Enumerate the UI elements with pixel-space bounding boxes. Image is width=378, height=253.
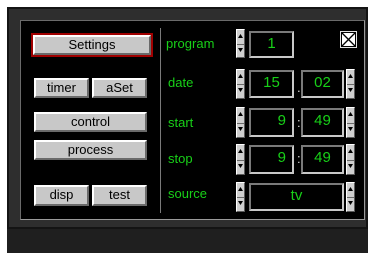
program-spinner[interactable] [236, 29, 245, 58]
stop-minute-field[interactable]: 49 [301, 145, 344, 174]
spin-up-button[interactable] [237, 70, 244, 84]
spin-up-button[interactable] [237, 145, 244, 160]
control-button[interactable]: control [34, 112, 147, 132]
program-field[interactable]: 1 [249, 31, 294, 58]
spin-down-button[interactable] [347, 159, 354, 175]
test-button[interactable]: test [92, 185, 147, 206]
triangle-up-icon [348, 149, 353, 153]
spin-up-button[interactable] [237, 108, 244, 123]
spin-up-button[interactable] [347, 183, 354, 197]
triangle-down-icon [348, 201, 353, 205]
source-label: source [168, 186, 208, 201]
start-label: start [168, 115, 194, 130]
disp-button[interactable]: disp [34, 185, 89, 206]
stop-minute-spinner[interactable] [346, 144, 355, 175]
bottom-bar [7, 229, 368, 253]
spin-down-button[interactable] [347, 197, 354, 211]
spin-down-button[interactable] [237, 197, 244, 211]
program-label: program [166, 36, 215, 51]
triangle-up-icon [348, 74, 353, 78]
triangle-up-icon [238, 34, 243, 38]
source-prev-spinner[interactable] [236, 182, 245, 212]
triangle-down-icon [238, 163, 243, 168]
panel-divider [160, 28, 161, 213]
spin-down-button[interactable] [237, 159, 244, 175]
stop-hour-spinner[interactable] [236, 144, 245, 175]
triangle-up-icon [348, 112, 353, 116]
start-minute-field[interactable]: 49 [301, 108, 344, 137]
start-hour-spinner[interactable] [236, 107, 245, 138]
triangle-up-icon [348, 187, 353, 191]
stop-hour-field[interactable]: 9 [249, 145, 294, 174]
spin-up-button[interactable] [237, 30, 244, 44]
stop-label: stop [168, 151, 193, 166]
start-hour-field[interactable]: 9 [249, 108, 294, 137]
date-day-spinner[interactable] [236, 69, 245, 99]
triangle-down-icon [348, 163, 353, 168]
process-button[interactable]: process [34, 140, 147, 160]
timer-button[interactable]: timer [34, 78, 89, 98]
source-field[interactable]: tv [249, 183, 344, 211]
date-day-field[interactable]: 15 [249, 70, 294, 98]
close-x-icon [341, 32, 356, 47]
spin-down-button[interactable] [347, 122, 354, 138]
spin-up-button[interactable] [347, 145, 354, 160]
date-month-spinner[interactable] [346, 69, 355, 99]
triangle-up-icon [238, 187, 243, 191]
start-minute-spinner[interactable] [346, 107, 355, 138]
triangle-down-icon [238, 126, 243, 131]
triangle-down-icon [348, 126, 353, 131]
spin-up-button[interactable] [237, 183, 244, 197]
close-button[interactable] [340, 31, 357, 48]
date-month-field[interactable]: 02 [301, 70, 344, 98]
spin-up-button[interactable] [347, 70, 354, 84]
triangle-down-icon [238, 47, 243, 52]
triangle-up-icon [238, 149, 243, 153]
spin-down-button[interactable] [237, 43, 244, 58]
triangle-down-icon [238, 201, 243, 205]
date-label: date [168, 75, 194, 90]
triangle-down-icon [238, 88, 243, 92]
triangle-down-icon [348, 88, 353, 92]
triangle-up-icon [238, 74, 243, 78]
source-next-spinner[interactable] [346, 182, 355, 212]
spin-down-button[interactable] [237, 122, 244, 138]
spin-down-button[interactable] [347, 84, 354, 98]
triangle-up-icon [238, 112, 243, 116]
spin-down-button[interactable] [237, 84, 244, 98]
spin-up-button[interactable] [347, 108, 354, 123]
aset-button[interactable]: aSet [92, 78, 147, 98]
settings-button[interactable]: Settings [31, 33, 153, 57]
